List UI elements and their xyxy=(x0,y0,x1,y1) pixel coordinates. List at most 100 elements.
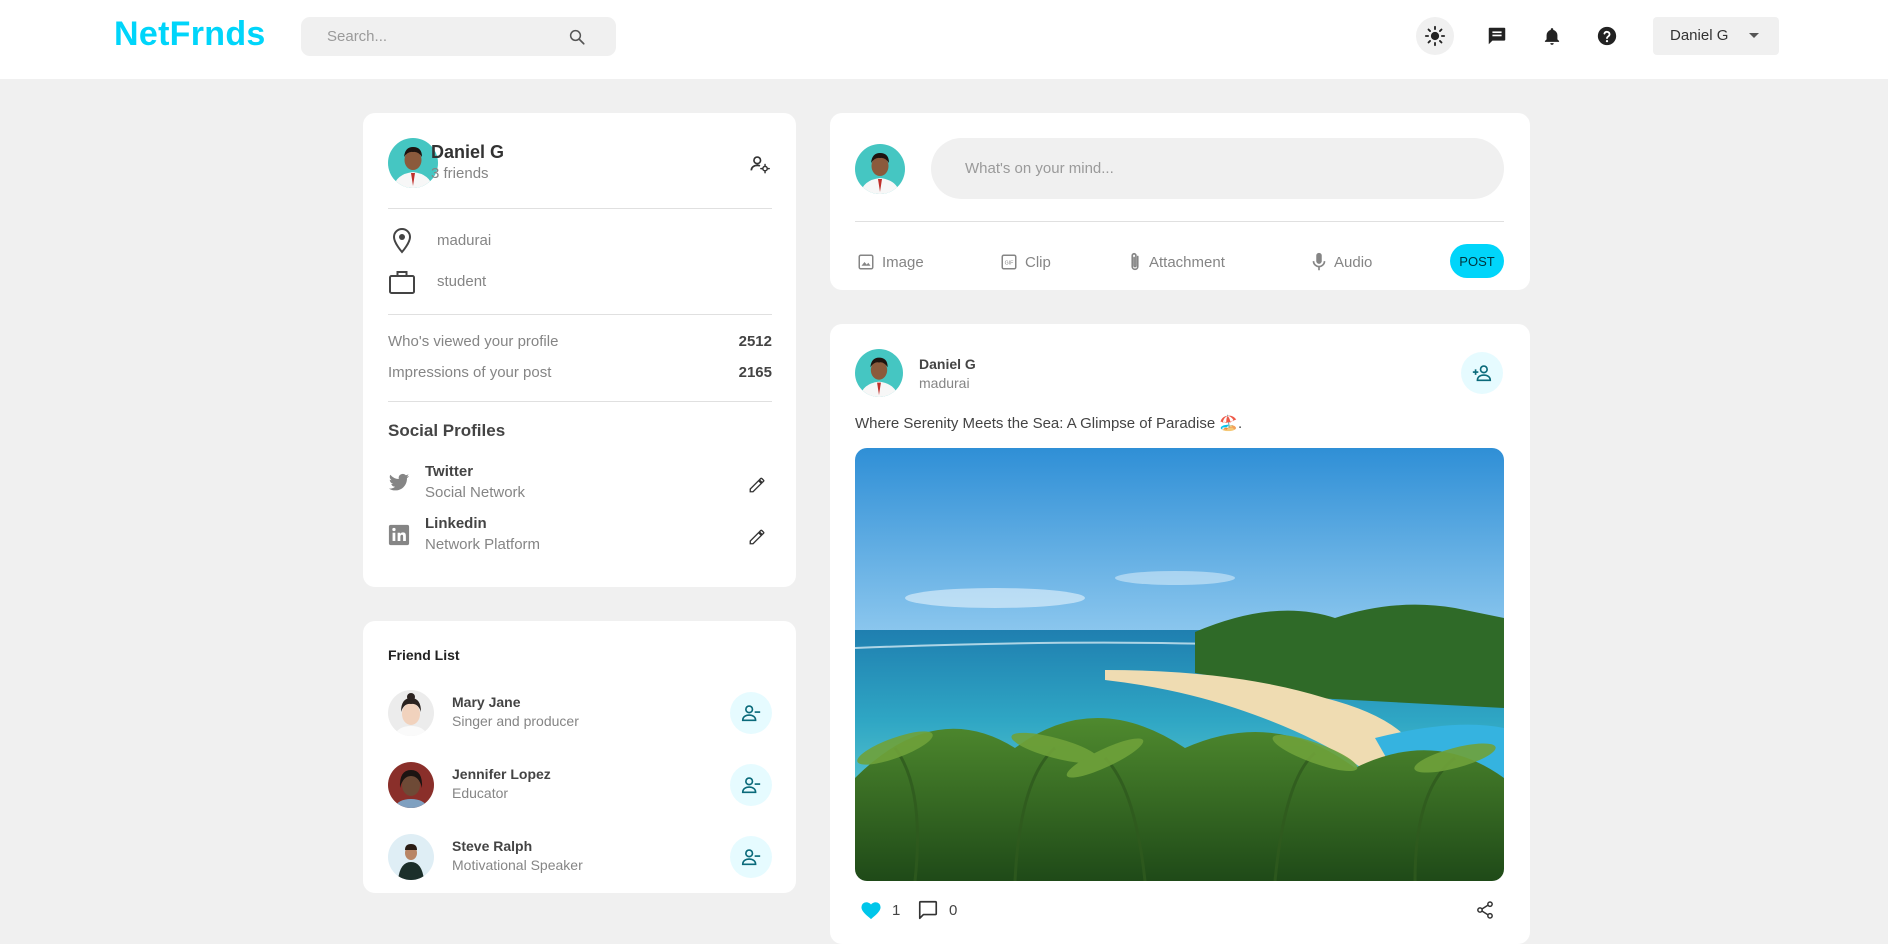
social-name: Twitter xyxy=(425,463,474,480)
location-icon xyxy=(387,226,417,256)
occupation-row: student xyxy=(387,267,747,297)
friend-name[interactable]: Jennifer Lopez xyxy=(452,766,551,782)
divider xyxy=(388,208,772,209)
friend-role: Motivational Speaker xyxy=(452,857,583,873)
stat-label: Impressions of your post xyxy=(388,364,552,381)
stat-post-impressions: Impressions of your post 2165 xyxy=(388,364,772,384)
comment-button[interactable]: 0 xyxy=(917,898,957,922)
tool-label: Clip xyxy=(1025,253,1051,271)
friend-name[interactable]: Steve Ralph xyxy=(452,838,532,854)
help-button[interactable] xyxy=(1588,17,1626,55)
linkedin-icon xyxy=(387,523,411,547)
like-button[interactable]: 1 xyxy=(860,898,900,922)
gif-icon: GIF xyxy=(1001,254,1017,270)
image-icon xyxy=(858,254,874,270)
post-author-avatar[interactable] xyxy=(855,349,903,397)
social-subtitle: Social Network xyxy=(425,484,526,501)
friend-count: 3 friends xyxy=(431,165,489,182)
person-remove-icon xyxy=(741,777,761,794)
add-clip-button[interactable]: GIF Clip xyxy=(1000,250,1051,274)
message-icon xyxy=(1488,27,1506,45)
svg-text:GIF: GIF xyxy=(1005,261,1014,267)
post-input[interactable] xyxy=(931,138,1504,199)
friend-role: Educator xyxy=(452,785,509,801)
post-author-name[interactable]: Daniel G xyxy=(919,356,976,372)
social-name: Linkedin xyxy=(425,515,487,532)
add-attachment-button[interactable]: Attachment xyxy=(1128,250,1225,274)
divider xyxy=(388,314,772,315)
messages-button[interactable] xyxy=(1478,17,1516,55)
tool-label: Audio xyxy=(1334,253,1373,271)
notifications-button[interactable] xyxy=(1533,17,1571,55)
post-text: Where Serenity Meets the Sea: A Glimpse … xyxy=(855,415,1243,432)
manage-account-icon xyxy=(750,156,770,174)
remove-friend-button[interactable] xyxy=(730,692,772,734)
occupation-text: student xyxy=(437,273,487,290)
comment-count: 0 xyxy=(949,901,958,919)
stat-label: Who's viewed your profile xyxy=(388,333,559,350)
attachment-icon xyxy=(1131,252,1139,271)
stat-value: 2512 xyxy=(738,333,772,350)
friend-avatar[interactable] xyxy=(388,834,434,880)
person-add-icon xyxy=(1472,365,1492,382)
person-remove-icon xyxy=(741,849,761,866)
social-profile-twitter: Twitter Social Network xyxy=(387,463,775,507)
feed-post: Daniel G madurai Where Serenity Meets th… xyxy=(830,324,1530,944)
share-icon xyxy=(1477,901,1493,919)
comment-icon xyxy=(918,900,938,920)
help-icon xyxy=(1597,26,1617,46)
search-box xyxy=(301,17,616,56)
light-mode-icon xyxy=(1424,25,1446,47)
like-count: 1 xyxy=(892,901,901,919)
work-icon xyxy=(387,267,417,297)
friend-name[interactable]: Mary Jane xyxy=(452,694,520,710)
remove-friend-button[interactable] xyxy=(730,836,772,878)
social-subtitle: Network Platform xyxy=(425,536,541,553)
friend-list-card: Friend List Mary Jane Singer and produce… xyxy=(363,621,796,893)
post-composer: Image GIF Clip Attachment Audio POST xyxy=(830,113,1530,290)
profile-name[interactable]: Daniel G xyxy=(431,142,504,163)
location-row: madurai xyxy=(387,226,747,256)
edit-twitter-button[interactable] xyxy=(745,473,769,497)
post-actions: 1 0 xyxy=(855,898,1504,922)
friend-item: Mary Jane Singer and producer xyxy=(388,688,772,738)
friend-avatar[interactable] xyxy=(388,690,434,736)
user-dropdown-value: Daniel G xyxy=(1670,27,1729,44)
friend-item: Steve Ralph Motivational Speaker xyxy=(388,832,772,882)
add-audio-button[interactable]: Audio xyxy=(1311,250,1372,274)
friend-list-heading: Friend List xyxy=(388,647,460,663)
search-button[interactable] xyxy=(557,21,597,52)
edit-icon xyxy=(749,477,765,493)
user-dropdown[interactable]: Daniel G xyxy=(1653,17,1779,55)
notifications-icon xyxy=(1544,28,1560,45)
edit-linkedin-button[interactable] xyxy=(745,525,769,549)
add-image-button[interactable]: Image xyxy=(857,250,924,274)
composer-avatar[interactable] xyxy=(855,144,905,194)
friend-avatar[interactable] xyxy=(388,762,434,808)
post-image[interactable] xyxy=(855,448,1504,881)
social-profiles-heading: Social Profiles xyxy=(388,421,506,440)
stat-profile-views: Who's viewed your profile 2512 xyxy=(388,333,772,353)
divider xyxy=(388,401,772,402)
profile-card: Daniel G 3 friends madurai student Who's… xyxy=(363,113,796,587)
divider xyxy=(855,221,1504,222)
twitter-icon xyxy=(387,471,411,495)
friend-role: Singer and producer xyxy=(452,713,579,729)
stat-value: 2165 xyxy=(738,364,772,381)
app-logo[interactable]: NetFrnds xyxy=(114,15,266,54)
person-remove-icon xyxy=(741,705,761,722)
remove-friend-button[interactable] xyxy=(730,764,772,806)
add-friend-button[interactable] xyxy=(1461,352,1503,394)
search-input[interactable] xyxy=(301,17,561,56)
share-button[interactable] xyxy=(1475,898,1495,922)
microphone-icon xyxy=(1312,252,1326,271)
top-navbar: NetFrnds Search... Daniel G xyxy=(0,0,1888,79)
post-button[interactable]: POST xyxy=(1450,244,1504,278)
chevron-down-icon xyxy=(1749,33,1759,38)
tool-label: Attachment xyxy=(1149,253,1225,271)
tool-label: Image xyxy=(882,253,924,271)
heart-icon xyxy=(861,902,881,920)
friend-item: Jennifer Lopez Educator xyxy=(388,760,772,810)
manage-account-button[interactable] xyxy=(747,151,773,177)
dark-mode-toggle[interactable] xyxy=(1416,17,1454,55)
